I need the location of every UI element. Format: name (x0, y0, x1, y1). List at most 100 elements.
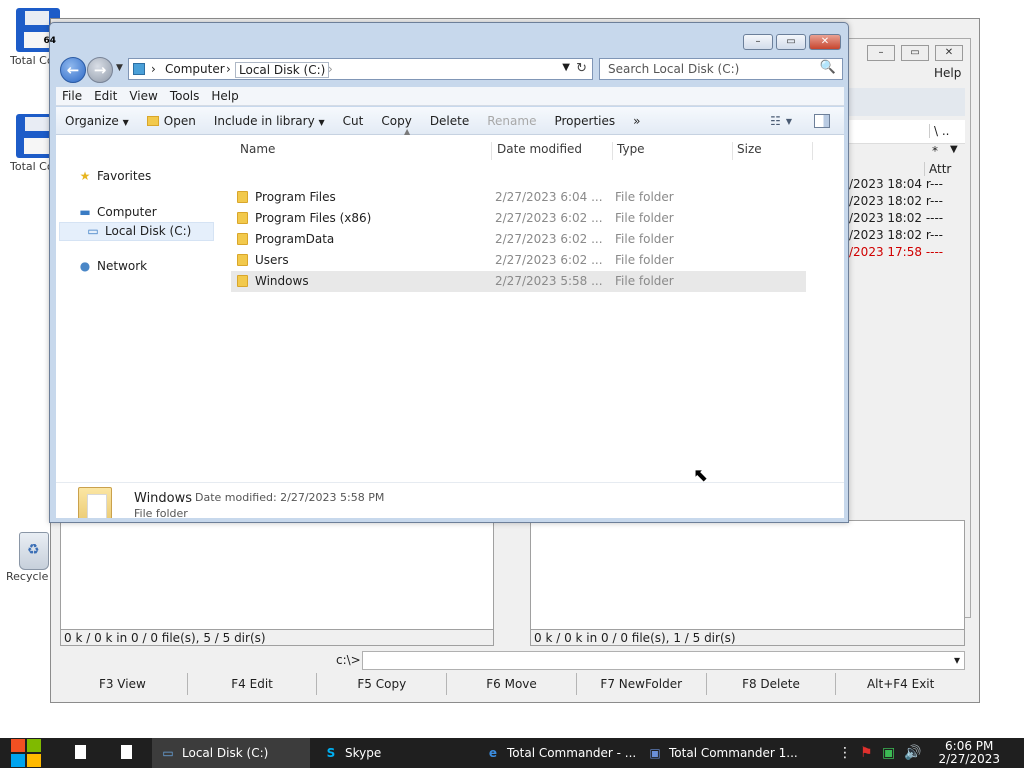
properties-button[interactable]: Properties (545, 114, 624, 128)
f8-delete-button[interactable]: F8 Delete (707, 673, 837, 695)
tc-filter-row: * ▼ (924, 144, 966, 160)
refresh-icon[interactable]: ↻ (576, 61, 587, 76)
overflow-menu-icon[interactable]: ⋮ (838, 745, 852, 761)
open-button[interactable]: Open (138, 114, 205, 128)
minimize-icon[interactable]: – (743, 34, 773, 50)
maximize-icon[interactable]: ▭ (776, 34, 806, 50)
details-pane: Windows Date modified: 2/27/2023 5:58 PM… (56, 482, 844, 518)
close-icon[interactable]: ✕ (935, 45, 963, 61)
clock-date: 2/27/2023 (938, 752, 1000, 766)
column-date-modified[interactable]: Date modified (493, 142, 613, 160)
folder-icon (237, 275, 248, 287)
sort-ascending-icon: ▲ (404, 127, 411, 136)
tc-row[interactable]: /2023 18:02 r--- (849, 227, 965, 244)
preview-pane-icon[interactable] (814, 114, 830, 128)
altf4-exit-button[interactable]: Alt+F4 Exit (836, 673, 965, 695)
drive-icon: ▭ (162, 746, 174, 760)
organize-button[interactable]: Organize ▼ (56, 114, 138, 128)
close-icon[interactable]: ✕ (809, 34, 841, 50)
file-row[interactable]: ProgramData 2/27/2023 6:02 ... File fold… (231, 229, 806, 250)
back-arrow-icon[interactable]: ← (60, 57, 86, 83)
cut-button[interactable]: Cut (334, 114, 373, 128)
tc-file-list: /2023 18:04 r--- /2023 18:02 r--- /2023 … (849, 176, 965, 261)
taskbar-item-skype[interactable]: S Skype (315, 738, 473, 768)
start-button[interactable] (10, 738, 42, 768)
details-name: Windows (134, 491, 193, 506)
tc-row[interactable]: /2023 18:04 r--- (849, 176, 965, 193)
file-row-selected[interactable]: Windows 2/27/2023 5:58 ... File folder (231, 271, 806, 292)
address-bar[interactable]: › Computer › Local Disk (C:) › ▼ ↻ (128, 58, 593, 80)
menu-file[interactable]: File (56, 87, 88, 105)
flag-icon[interactable]: ⚑ (860, 745, 873, 761)
maximize-icon[interactable]: ▭ (901, 45, 929, 61)
breadcrumb-separator-icon[interactable]: › (328, 62, 333, 76)
menu-tools[interactable]: Tools (164, 87, 206, 105)
tc-menu-help[interactable]: Help (934, 66, 961, 80)
breadcrumb-computer[interactable]: Computer (165, 62, 225, 76)
tc-path-bar: \ .. (849, 120, 965, 144)
menu-edit[interactable]: Edit (88, 87, 123, 105)
f4-edit-button[interactable]: F4 Edit (188, 673, 318, 695)
taskbar-item-total-commander-1[interactable]: e Total Commander - ... (477, 738, 635, 768)
volume-icon[interactable]: 🔊 (904, 745, 921, 761)
menu-help[interactable]: Help (205, 87, 244, 105)
clock[interactable]: 6:06 PM 2/27/2023 (938, 740, 1000, 766)
f3-view-button[interactable]: F3 View (58, 673, 188, 695)
file-row[interactable]: Program Files (x86) 2/27/2023 6:02 ... F… (231, 208, 806, 229)
folder-icon (237, 233, 248, 245)
nav-local-disk[interactable]: ▭ Local Disk (C:) (59, 222, 214, 241)
column-name[interactable]: Name (236, 142, 492, 160)
f6-move-button[interactable]: F6 Move (447, 673, 577, 695)
more-commands-button[interactable]: » (624, 114, 649, 128)
floppy-icon: ▣ (649, 746, 661, 760)
f5-copy-button[interactable]: F5 Copy (317, 673, 448, 695)
menu-view[interactable]: View (123, 87, 163, 105)
copy-button[interactable]: Copy (372, 114, 420, 128)
command-bar: Organize ▼ Open Include in library ▼ Cut… (56, 107, 844, 135)
file-row[interactable]: Users 2/27/2023 6:02 ... File folder (231, 250, 806, 271)
document-icon[interactable] (121, 745, 132, 759)
address-dropdown-icon[interactable]: ▼ (562, 62, 570, 73)
tc-path-text[interactable]: \ .. (929, 124, 950, 138)
nav-network[interactable]: ● Network (78, 259, 147, 273)
f7-newfolder-button[interactable]: F7 NewFolder (577, 673, 707, 695)
tc-command-prompt: c:\> (336, 653, 361, 667)
search-box[interactable]: Search Local Disk (C:) 🔍 (599, 58, 843, 80)
computer-icon (133, 63, 145, 75)
document-icon[interactable] (75, 745, 86, 759)
delete-button[interactable]: Delete (421, 114, 478, 128)
tc-row[interactable]: /2023 17:58 ---- (849, 244, 965, 261)
file-row[interactable]: Program Files 2/27/2023 6:04 ... File fo… (231, 187, 806, 208)
forward-arrow-icon[interactable]: → (87, 57, 113, 83)
network-status-icon[interactable]: ▣ (882, 745, 895, 761)
nav-favorites[interactable]: ★ Favorites (78, 169, 152, 183)
tc-row[interactable]: /2023 18:02 ---- (849, 210, 965, 227)
folder-icon (237, 254, 248, 266)
include-in-library-button[interactable]: Include in library ▼ (205, 114, 334, 128)
column-type[interactable]: Type (613, 142, 733, 160)
search-icon[interactable]: 🔍 (820, 60, 836, 75)
taskbar-item-local-disk[interactable]: ▭ Local Disk (C:) (152, 738, 310, 768)
chevron-down-icon[interactable]: ▼ (786, 117, 792, 126)
tc-filter-text[interactable]: * (932, 144, 938, 158)
tc-right-panel[interactable] (530, 520, 965, 630)
tc-column-attr[interactable]: Attr (924, 162, 964, 176)
recent-pages-chevron-icon[interactable]: ▼ (116, 63, 123, 73)
breadcrumb-separator-icon[interactable]: › (151, 62, 156, 76)
tc-left-panel[interactable] (60, 520, 494, 630)
content-area: ★ Favorites ▬ Computer ▭ Local Disk (C:) ● N… (56, 127, 844, 518)
nav-computer[interactable]: ▬ Computer (78, 205, 156, 219)
column-size[interactable]: Size (733, 142, 813, 160)
chevron-down-icon[interactable]: ▼ (950, 144, 958, 155)
explorer-window: – ▭ ✕ ← → ▼ › Computer › Local Disk (C:)… (49, 22, 849, 523)
tc-toolbar-strip (849, 88, 965, 116)
chevron-down-icon: ▼ (122, 117, 129, 127)
tc-command-input[interactable] (362, 651, 965, 670)
change-view-icon[interactable]: ☷ (770, 114, 781, 128)
breadcrumb-local-disk[interactable]: Local Disk (C:) (235, 62, 330, 78)
minimize-icon[interactable]: – (867, 45, 895, 61)
tc-row[interactable]: /2023 18:02 r--- (849, 193, 965, 210)
tc-function-key-bar: F3 View F4 Edit F5 Copy F6 Move F7 NewFo… (58, 673, 965, 695)
breadcrumb-separator-icon[interactable]: › (226, 62, 231, 76)
taskbar-item-total-commander-2[interactable]: ▣ Total Commander 1... (639, 738, 797, 768)
